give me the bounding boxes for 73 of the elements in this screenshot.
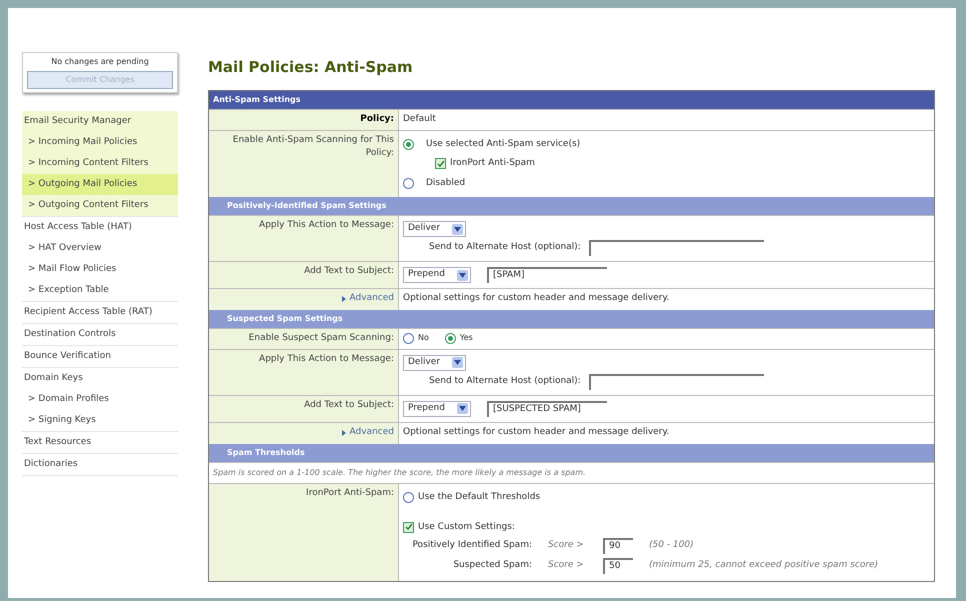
field-label: Apply This Action to Message: — [259, 354, 394, 364]
checkbox[interactable] — [435, 158, 446, 170]
dropdown[interactable]: Deliver — [403, 221, 466, 237]
nav-subitem[interactable]: > Outgoing Mail Policies — [22, 174, 178, 195]
section-header: Spam Thresholds — [209, 444, 934, 462]
option-label: Use the Default Thresholds — [418, 491, 540, 504]
pending-text: No changes are pending — [51, 56, 149, 68]
field-label: Enable Anti-Spam Scanning for This Policy: — [232, 134, 394, 158]
field-label: Add Text to Subject: — [304, 266, 394, 276]
option-label: No — [418, 332, 429, 344]
nav-subitem[interactable]: > Signing Keys — [22, 410, 178, 431]
nav-subitem[interactable]: > Domain Profiles — [22, 389, 178, 410]
field-label: Send to Alternate Host (optional): — [429, 375, 581, 388]
dropdown-arrow-icon — [456, 403, 468, 414]
score-hint: (50 - 100) — [648, 539, 694, 552]
field-label: Send to Alternate Host (optional): — [429, 241, 581, 254]
nav-item[interactable]: Destination Controls — [22, 324, 178, 345]
section-header: Suspected Spam Settings — [209, 310, 934, 328]
dropdown[interactable]: Deliver — [403, 354, 466, 371]
nav-subitem[interactable]: > Exception Table — [22, 280, 178, 301]
option-label: Use selected Anti-Spam service(s) — [426, 138, 580, 150]
nav-item[interactable]: Text Resources — [22, 432, 178, 453]
nav-item[interactable]: Domain Keys — [22, 368, 178, 389]
advanced-link[interactable]: Advanced — [350, 292, 394, 306]
text-field[interactable]: [SPAM] — [486, 267, 607, 283]
nav-item[interactable]: Bounce Verification — [22, 346, 178, 367]
radio-button[interactable] — [444, 332, 456, 344]
page-title: Mail Policies: Anti-Spam — [208, 57, 414, 78]
field-label: Policy: — [360, 114, 394, 124]
nav-subitem[interactable]: > Mail Flow Policies — [22, 259, 178, 280]
text-field[interactable]: 90 — [603, 538, 633, 554]
field-label: Add Text to Subject: — [304, 400, 394, 410]
advanced-description: Optional settings for custom header and message delivery. — [403, 293, 670, 303]
dropdown[interactable]: Prepend — [403, 267, 471, 283]
score-hint: (minimum 25, cannot exceed positive spam score) — [648, 559, 878, 572]
field-label: Positively Identified Spam: — [411, 539, 533, 552]
option-label: Disabled — [426, 176, 466, 190]
score-prefix: Score > — [548, 559, 585, 572]
field-label: IronPort Anti-Spam: — [306, 488, 394, 498]
field-label: Apply This Action to Message: — [259, 220, 394, 230]
dropdown-arrow-icon — [456, 270, 468, 280]
section-header: Positively-Identified Spam Settings — [209, 197, 934, 215]
field-label: Suspected Spam: — [452, 559, 533, 572]
field-label: Enable Suspect Spam Scanning: — [248, 333, 394, 344]
triangle-icon — [342, 296, 346, 302]
radio-button[interactable] — [403, 332, 414, 344]
nav-subitem[interactable]: > HAT Overview — [22, 238, 178, 259]
checkbox[interactable] — [403, 522, 414, 533]
text-field[interactable]: [SUSPECTED SPAM] — [486, 400, 607, 417]
option-label: Use Custom Settings: — [418, 520, 515, 534]
radio-button[interactable] — [403, 138, 414, 150]
option-label: Yes — [460, 332, 473, 344]
advanced-description: Optional settings for custom header and message delivery. — [403, 426, 670, 437]
radio-button[interactable] — [403, 178, 414, 189]
section-header: Anti-Spam Settings — [209, 91, 934, 109]
dropdown-arrow-icon — [452, 357, 464, 368]
nav-subitem[interactable]: > Incoming Mail Policies — [22, 132, 178, 153]
nav-item[interactable]: Email Security Manager — [22, 111, 178, 132]
advanced-link[interactable]: Advanced — [350, 426, 394, 440]
nav-item[interactable]: Dictionaries — [22, 454, 178, 475]
option-label: IronPort Anti-Spam — [450, 157, 535, 170]
text-field[interactable]: 50 — [603, 558, 633, 574]
triangle-icon — [342, 430, 346, 436]
score-prefix: Score > — [548, 539, 585, 552]
dropdown[interactable]: Prepend — [403, 400, 471, 417]
policy-name: Default — [403, 114, 436, 124]
nav-item[interactable]: Recipient Access Table (RAT) — [22, 302, 178, 323]
nav-subitem[interactable]: > Incoming Content Filters — [22, 153, 178, 174]
nav-item[interactable]: Host Access Table (HAT) — [22, 217, 178, 238]
nav-subitem[interactable]: > Outgoing Content Filters — [22, 195, 178, 216]
dropdown-arrow-icon — [452, 224, 464, 234]
radio-button[interactable] — [403, 492, 414, 504]
note-text: Spam is scored on a 1-100 scale. The higher the score, the more likely a message is a spam. — [213, 468, 586, 477]
